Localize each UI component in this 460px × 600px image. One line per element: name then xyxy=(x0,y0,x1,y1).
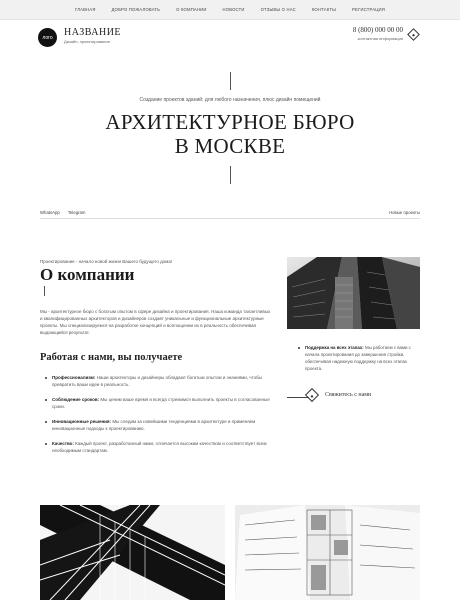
phone-number[interactable]: 8 (800) 000 00 00 xyxy=(353,26,403,34)
section-divider xyxy=(40,218,420,219)
support-note: Поддержка на всех этапах: Мы работаем с … xyxy=(298,344,420,372)
benefit-label: Соблюдение сроков: xyxy=(52,397,100,402)
hero-divider-bottom xyxy=(230,166,231,184)
about-lead: Проектирование - начало новой жизни Ваше… xyxy=(40,259,173,264)
benefit-text: Каждый проект, разработанный нами, отлич… xyxy=(52,441,267,453)
hero-divider-top xyxy=(230,72,231,90)
about-title-divider xyxy=(44,286,45,296)
architecture-photo-left xyxy=(40,505,225,600)
architecture-photo-right xyxy=(235,505,420,600)
about-title: О компании xyxy=(40,265,135,284)
contact-info-label: контактная информация xyxy=(357,36,403,41)
benefit-label: Инновационные решения: xyxy=(52,419,112,424)
nav-item-about[interactable]: О компании xyxy=(168,7,214,12)
list-item: Профессионализм: Наши архитекторы и диза… xyxy=(40,374,280,388)
hero-title: АРХИТЕКТУРНОЕ БЮРО В МОСКВЕ xyxy=(0,110,460,158)
benefits-list: Профессионализм: Наши архитекторы и диза… xyxy=(40,374,280,462)
list-item: Инновационные решения: Мы следим за нове… xyxy=(40,418,280,432)
list-item: Соблюдение сроков: Мы ценим ваше время и… xyxy=(40,396,280,410)
callback-diamond-icon[interactable] xyxy=(407,28,420,41)
list-item: Качество: Каждый проект, разработанный н… xyxy=(40,440,280,454)
logo[interactable]: лого xyxy=(38,28,57,47)
top-navigation: Главная Добро пожаловать О компании Ново… xyxy=(0,0,460,20)
brand-subtitle: Дизайн, проектирование xyxy=(64,39,110,44)
floor-plan-illustration xyxy=(235,505,420,600)
steel-structure-illustration xyxy=(40,505,225,600)
nav-item-home[interactable]: Главная xyxy=(67,7,104,12)
social-links: WhatsApp Telegram xyxy=(40,210,86,215)
support-label: Поддержка на всех этапах: xyxy=(305,345,364,350)
nav-item-reviews[interactable]: Отзывы о нас xyxy=(253,7,304,12)
list-item: Поддержка на всех этапах: Мы работаем с … xyxy=(298,344,420,372)
hero-title-line1: АРХИТЕКТУРНОЕ БЮРО xyxy=(105,110,355,134)
brand-name: НАЗВАНИЕ xyxy=(64,27,122,38)
contact-line xyxy=(287,397,309,398)
logo-text: лого xyxy=(42,34,53,41)
nav-item-contacts[interactable]: Контакты xyxy=(304,7,344,12)
contact-us-link[interactable]: Свяжитесь с нами xyxy=(325,392,371,398)
skyscraper-illustration xyxy=(287,257,420,329)
benefit-label: Качество: xyxy=(52,441,74,446)
new-projects-link[interactable]: Новые проекты xyxy=(389,210,420,215)
whatsapp-link[interactable]: WhatsApp xyxy=(40,210,60,215)
about-text: Мы - архитектурное бюро с богатым опытом… xyxy=(40,309,271,335)
hero-title-line2: В МОСКВЕ xyxy=(174,134,286,158)
nav-item-news[interactable]: Новости xyxy=(215,7,253,12)
nav-item-welcome[interactable]: Добро пожаловать xyxy=(104,7,169,12)
hero-subtitle: Создание проектов зданий: для любого наз… xyxy=(139,97,321,103)
skyscraper-photo xyxy=(287,257,420,329)
brand: НАЗВАНИЕ Дизайн, проектирование xyxy=(64,27,121,44)
benefits-title: Работая с нами, вы получаете xyxy=(40,352,183,363)
benefit-label: Профессионализм: xyxy=(52,375,96,380)
nav-item-register[interactable]: Регистрация xyxy=(344,7,393,12)
telegram-link[interactable]: Telegram xyxy=(68,210,86,215)
